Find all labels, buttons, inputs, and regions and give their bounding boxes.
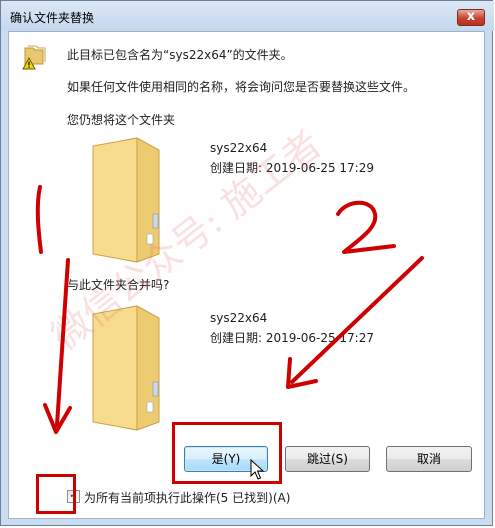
window-title: 确认文件夹替换 xyxy=(10,11,95,25)
source-folder-date: 创建日期: 2019-06-25 17:27 xyxy=(210,331,374,345)
message-line-2: 如果任何文件使用相同的名称，将会询问您是否要替换这些文件。 xyxy=(67,80,416,94)
skip-button[interactable]: 跳过(S) xyxy=(285,446,370,472)
message-line-1: 此目标已包含名为“sys22x64”的文件夹。 xyxy=(67,48,293,62)
highlight-yes-button xyxy=(172,422,282,484)
warning-folder-icon xyxy=(22,45,46,70)
cancel-button[interactable]: 取消 xyxy=(386,446,472,472)
source-folder-name: sys22x64 xyxy=(210,311,268,325)
highlight-apply-all-checkbox xyxy=(36,474,76,514)
title-bar[interactable]: 确认文件夹替换 x xyxy=(1,1,494,31)
close-icon: x xyxy=(466,9,476,24)
apply-all-label[interactable]: 为所有当前项执行此操作(5 已找到)(A) xyxy=(84,489,290,506)
message-line-3: 您仍想将这个文件夹 xyxy=(67,113,176,127)
close-button[interactable]: x xyxy=(457,9,485,26)
